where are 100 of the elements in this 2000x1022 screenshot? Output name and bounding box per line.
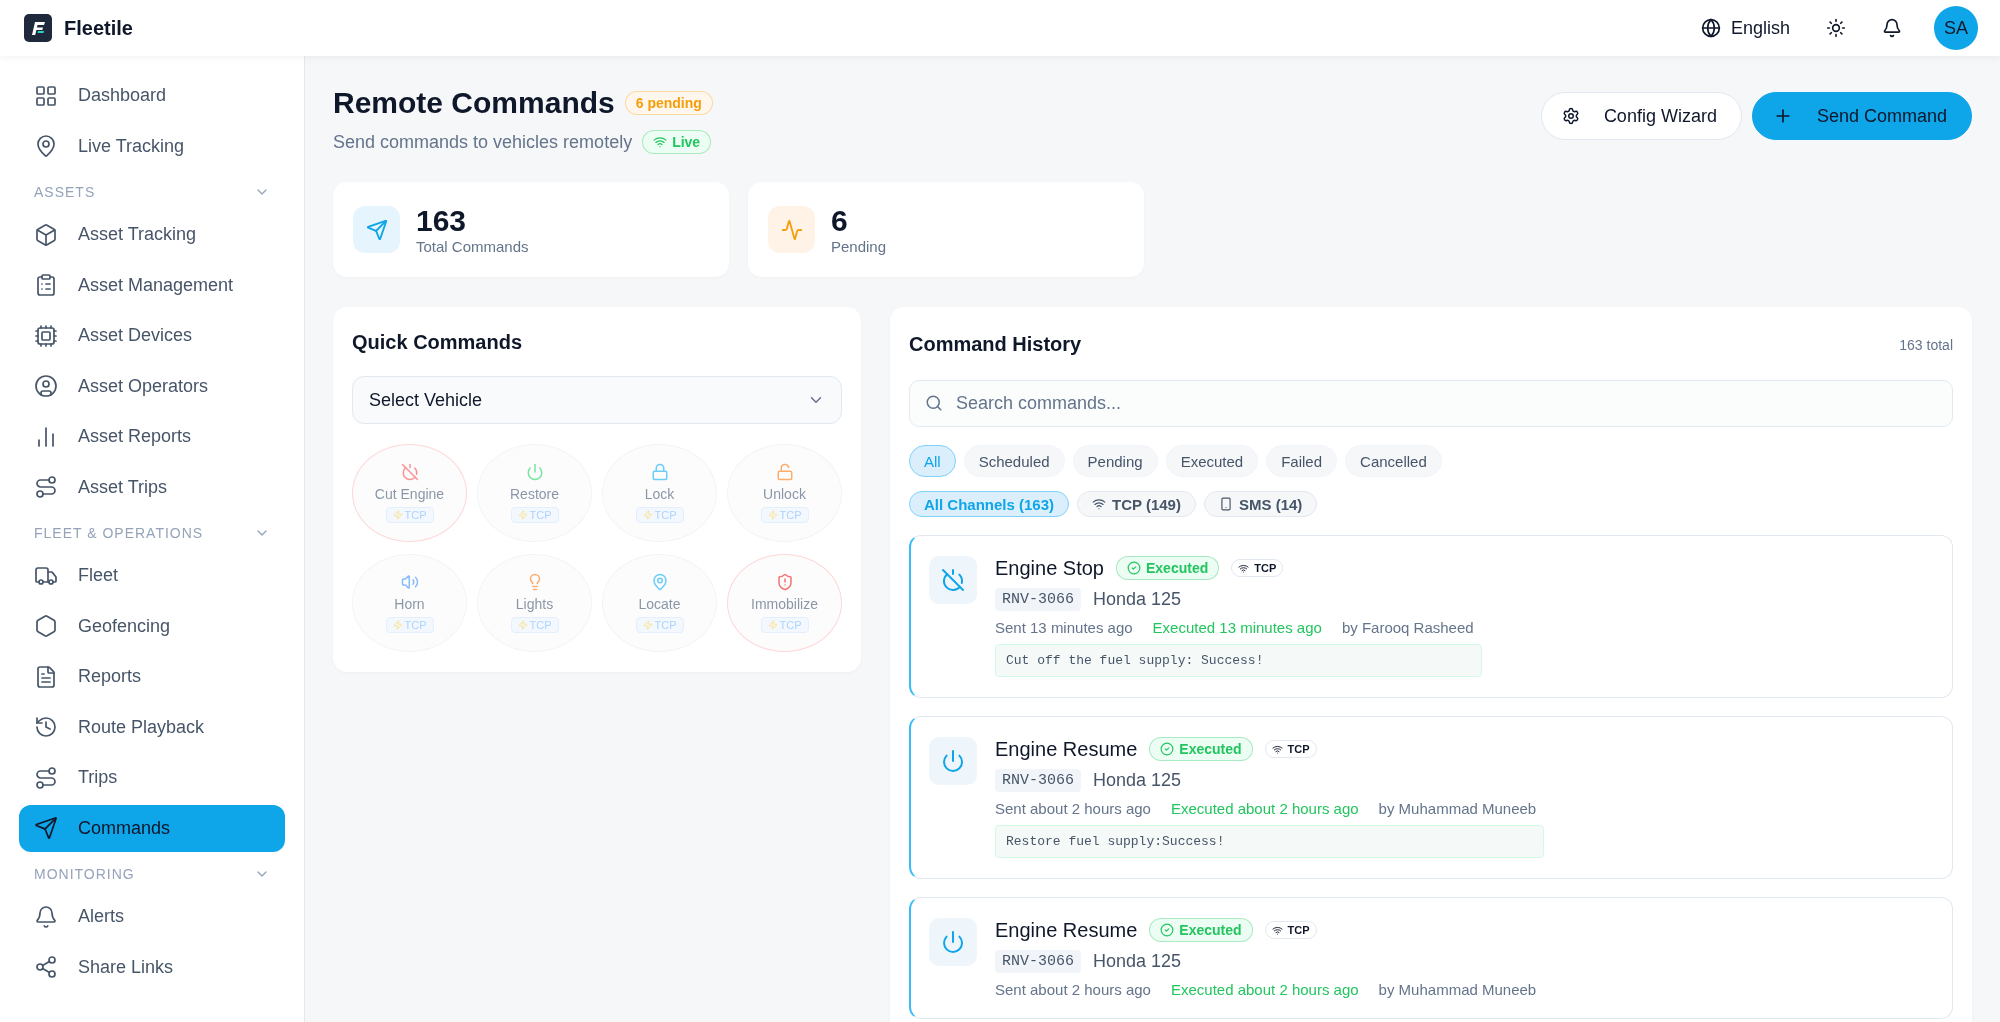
power-off-icon (400, 463, 419, 481)
sent-time: Sent about 2 hours ago (995, 981, 1151, 998)
status-filter-chip[interactable]: Scheduled (963, 445, 1065, 477)
sidebar-item[interactable]: Asset Reports (19, 413, 285, 460)
share-icon (34, 955, 58, 979)
channel-tag: TCP (760, 507, 809, 523)
lightning-icon (517, 620, 528, 630)
channel-filter-chip[interactable]: SMS (14) (1203, 491, 1318, 517)
clipboard-icon (34, 273, 58, 297)
channel-tag: TCP (510, 617, 559, 633)
response-message: Cut off the fuel supply: Success! (995, 644, 1482, 677)
power-icon (525, 463, 544, 481)
bell-icon (1882, 18, 1902, 38)
sidebar-item[interactable]: Asset Operators (19, 362, 285, 410)
status-filter-chip[interactable]: Pending (1072, 445, 1158, 477)
plate-number: RNV-3066 (995, 588, 1081, 611)
chip-icon (34, 323, 58, 348)
lightning-icon (517, 510, 528, 520)
sidebar-item[interactable]: Asset Devices (19, 312, 285, 359)
bell-icon (34, 904, 58, 929)
search-icon (925, 394, 943, 412)
status-badge: Executed (1116, 556, 1220, 580)
lightning-icon (767, 620, 778, 630)
status-filter-chip[interactable]: Cancelled (1345, 445, 1442, 477)
wifi-icon (1092, 497, 1107, 511)
sender-name: by Farooq Rasheed (1341, 619, 1474, 636)
vehicle-name: Honda 125 (1093, 589, 1182, 610)
sidebar-item[interactable]: Alerts (19, 893, 285, 940)
sidebar-item[interactable]: Live Tracking (19, 122, 285, 170)
language-button[interactable]: English (1694, 11, 1796, 45)
plate-number: RNV-3066 (995, 950, 1081, 973)
stat-label: Total Commands (416, 238, 529, 255)
map-pin-icon (650, 573, 669, 591)
config-wizard-button[interactable]: Config Wizard (1540, 92, 1742, 140)
page-subtitle: Send commands to vehicles remotely (333, 131, 633, 153)
user-avatar[interactable]: SA (1934, 6, 1978, 50)
sun-icon (1826, 18, 1846, 38)
cube-icon (34, 222, 58, 247)
executed-time: Executed 13 minutes ago (1152, 619, 1322, 636)
map-pin-icon (34, 134, 58, 158)
search-field[interactable]: Search commands... (909, 380, 1953, 427)
card-title: Quick Commands (352, 331, 524, 354)
power-icon (929, 918, 977, 966)
document-icon (34, 664, 58, 689)
lightning-icon (392, 620, 403, 630)
paper-plane-icon (34, 816, 58, 840)
channel-tag: TCP (385, 617, 434, 633)
settings-icon (1561, 107, 1580, 125)
channel-tag: TCP (635, 507, 684, 523)
vehicle-name: Honda 125 (1093, 951, 1182, 972)
check-circle-icon (1160, 923, 1175, 937)
sidebar-item[interactable]: Geofencing (19, 602, 285, 650)
channel-tag: TCP (510, 507, 559, 523)
total-count: 163 total (1899, 336, 1953, 353)
plate-number: RNV-3066 (995, 769, 1081, 792)
channel-tag: TCP (635, 617, 684, 633)
sidebar-item[interactable]: Asset Management (19, 261, 285, 309)
logo-icon (24, 14, 52, 42)
executed-time: Executed about 2 hours ago (1170, 981, 1359, 998)
sidebar-item[interactable]: Share Links (19, 943, 285, 991)
status-filter-chip[interactable]: Failed (1266, 445, 1338, 477)
channel-badge: TCP (1264, 740, 1317, 758)
send-command-button[interactable]: Send Command (1751, 92, 1972, 140)
sender-name: by Muhammad Muneeb (1378, 981, 1537, 998)
command-title: Engine Resume (995, 918, 1138, 942)
sidebar-item[interactable]: Commands (19, 804, 285, 852)
response-message: Restore fuel supply:Success! (995, 825, 1545, 858)
lightning-icon (642, 510, 653, 520)
sender-name: by Muhammad Muneeb (1378, 800, 1537, 817)
command-entry-card[interactable]: Engine Resume Executed TCP RNV-3066 Honda 125 Sent about 2 hours ago Executed about 2 hours ago by Muhammad Muneeb Restore fuel supply:Success! (909, 716, 1953, 879)
sidebar-item[interactable]: Reports (19, 653, 285, 700)
channel-filter-chip[interactable]: TCP (149) (1077, 491, 1196, 517)
sidebar-item[interactable]: Dashboard (19, 72, 285, 119)
sidebar-item[interactable]: Route Playback (19, 703, 285, 751)
power-off-icon (929, 556, 977, 604)
command-title: Engine Stop (995, 556, 1104, 580)
wifi-icon (1271, 924, 1283, 936)
lightning-icon (767, 510, 778, 520)
unlock-icon (775, 463, 794, 481)
vehicle-name: Honda 125 (1093, 770, 1182, 791)
shield-alert-icon (775, 573, 794, 591)
sidebar-item[interactable]: Asset Tracking (19, 211, 285, 258)
channel-tag: TCP (760, 617, 809, 633)
sidebar-item[interactable]: Fleet (19, 552, 285, 599)
command-entry-card[interactable]: Engine Stop Executed TCP RNV-3066 Honda 125 Sent 13 minutes ago Executed 13 minutes ago by Farooq Rasheed Cut off the fuel supply: Success! (909, 535, 1953, 698)
user-circle-icon (34, 374, 58, 398)
history-icon (34, 715, 58, 739)
status-filter-chip[interactable]: Executed (1165, 445, 1259, 477)
paper-plane-icon (353, 206, 400, 253)
stat-value: 6 (831, 204, 849, 238)
route-icon (34, 475, 58, 499)
sidebar-item[interactable]: Trips (19, 754, 285, 801)
command-entry-card[interactable]: Engine Resume Executed TCP RNV-3066 Honda 125 Sent about 2 hours ago Executed about 2 hours ago by Muhammad Muneeb (909, 897, 1953, 1019)
lightning-icon (642, 620, 653, 630)
sidebar-item[interactable]: Asset Trips (19, 463, 285, 511)
live-badge: Live (642, 130, 712, 154)
brand-name: Fleetile (64, 16, 134, 40)
speaker-icon (400, 573, 419, 591)
check-circle-icon (1160, 742, 1175, 756)
channel-tag: TCP (385, 507, 434, 523)
